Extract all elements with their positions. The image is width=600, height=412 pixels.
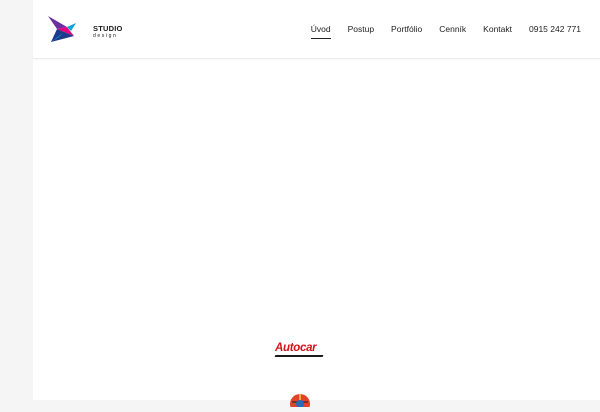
studio-design-logo[interactable]: STUDIO design [47, 15, 122, 45]
nav-item-postup[interactable]: Postup [348, 22, 374, 37]
nav-item-kontakt[interactable]: Kontakt [483, 22, 512, 37]
logo-text: STUDIO design [93, 25, 123, 39]
nav-item-cennik[interactable]: Cenník [439, 22, 466, 37]
autocar-underline [274, 355, 324, 357]
site-header: STUDIO design Úvod Postup Portfólio Cenn… [33, 0, 600, 59]
logo-main-text: STUDIO [93, 24, 123, 33]
page-body: STUDIO design Úvod Postup Portfólio Cenn… [33, 0, 600, 412]
partner-badge-icon [290, 394, 310, 412]
nav-item-portfolio[interactable]: Portfólio [391, 22, 422, 37]
logo-sub-text: design [93, 32, 118, 39]
autocar-brand-logo: Autocar [274, 342, 327, 360]
partner-logo-partial [289, 393, 311, 412]
autocar-wordmark: Autocar [275, 342, 317, 354]
main-nav: Úvod Postup Portfólio Cenník Kontakt 091… [294, 0, 581, 58]
nav-item-uvod[interactable]: Úvod [310, 22, 331, 39]
logo-mark-icon [48, 16, 76, 42]
nav-item-phone[interactable]: 0915 242 771 [529, 22, 581, 37]
